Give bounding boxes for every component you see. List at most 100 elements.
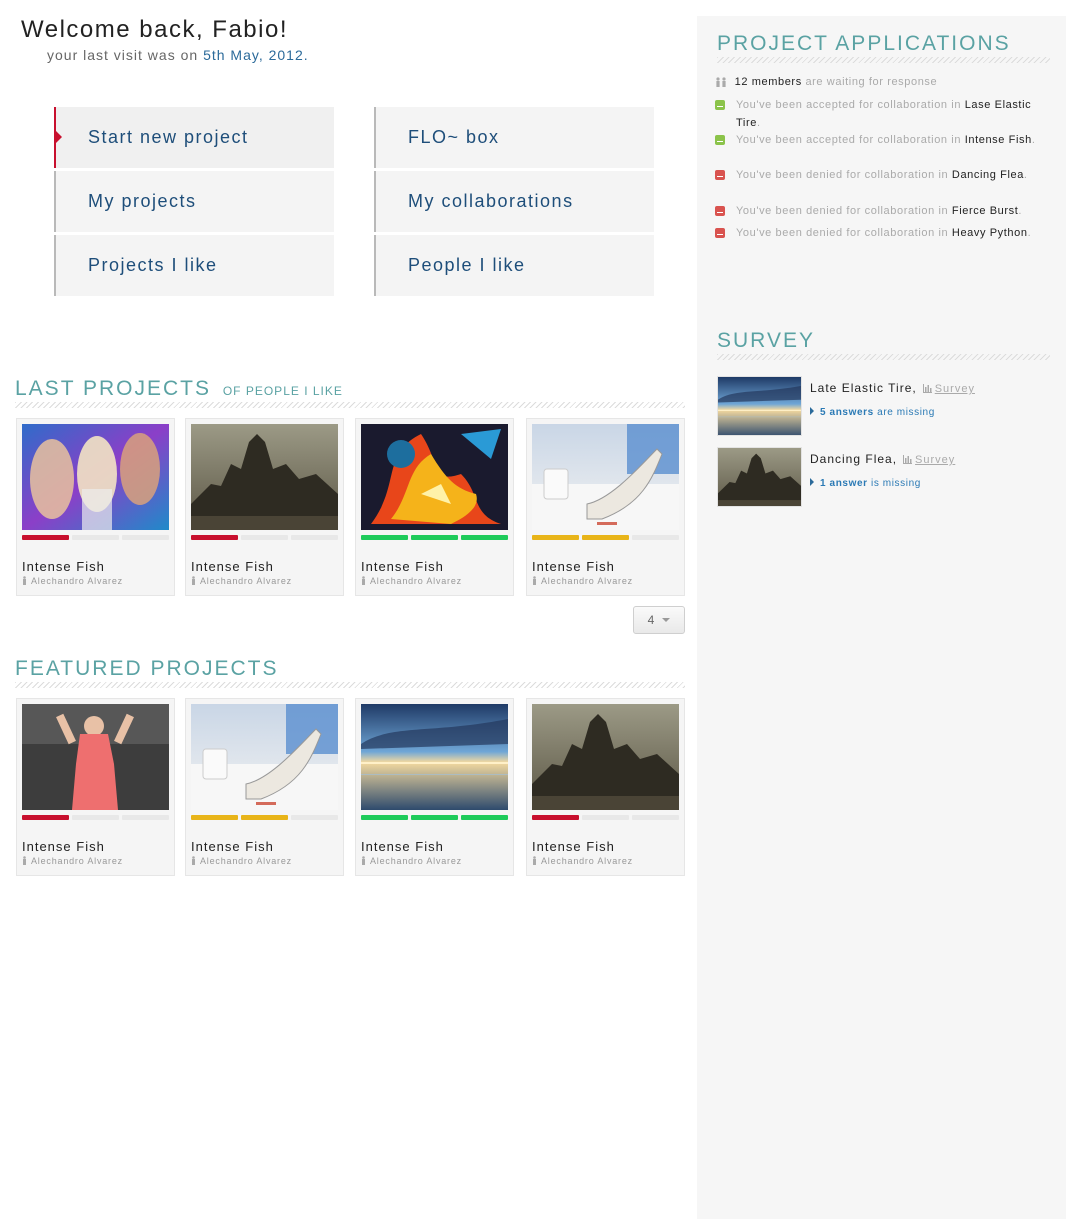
- project-thumbnail[interactable]: [361, 704, 508, 810]
- project-card[interactable]: Intense Fish Alechandro Alvarez: [185, 418, 344, 596]
- nav-people-i-like[interactable]: People I like: [374, 235, 654, 296]
- rating-bar: [411, 815, 458, 820]
- rating-bar: [22, 815, 69, 820]
- project-name[interactable]: Intense Fish: [532, 839, 615, 854]
- application-project[interactable]: Intense Fish: [965, 134, 1032, 146]
- page-select[interactable]: 4: [633, 606, 685, 634]
- project-rating: [191, 815, 338, 821]
- nav-my-collaborations[interactable]: My collaborations: [374, 171, 654, 232]
- project-card[interactable]: Intense Fish Alechandro Alvarez: [16, 698, 175, 876]
- accepted-icon: [715, 135, 725, 145]
- survey-link[interactable]: Survey: [922, 383, 975, 395]
- project-name[interactable]: Intense Fish: [22, 559, 105, 574]
- rating-bar: [411, 535, 458, 540]
- project-author[interactable]: Alechandro Alvarez: [361, 856, 462, 866]
- survey-link-label: Survey: [934, 383, 975, 395]
- project-name[interactable]: Intense Fish: [532, 559, 615, 574]
- rating-bar: [632, 815, 679, 820]
- project-name[interactable]: Intense Fish: [361, 839, 444, 854]
- application-item: You've been denied for collaboration in …: [715, 166, 1045, 184]
- rating-bar: [532, 815, 579, 820]
- project-author[interactable]: Alechandro Alvarez: [532, 856, 633, 866]
- person-icon: [192, 576, 195, 585]
- application-project[interactable]: Heavy Python: [952, 227, 1028, 239]
- nav-my-projects[interactable]: My projects: [54, 171, 334, 232]
- members-icon: [716, 77, 726, 87]
- project-name[interactable]: Intense Fish: [361, 559, 444, 574]
- last-projects-title: LAST PROJECTS: [15, 377, 211, 400]
- project-card[interactable]: Intense Fish Alechandro Alvarez: [355, 418, 514, 596]
- project-thumbnail[interactable]: [22, 424, 169, 530]
- page-select-value: 4: [647, 613, 655, 627]
- survey-title: SURVEY: [717, 329, 815, 352]
- survey-link[interactable]: Survey: [903, 454, 955, 466]
- person-icon: [362, 576, 365, 585]
- project-thumbnail[interactable]: [191, 704, 338, 810]
- project-card[interactable]: Intense Fish Alechandro Alvarez: [355, 698, 514, 876]
- project-card[interactable]: Intense Fish Alechandro Alvarez: [16, 418, 175, 596]
- application-text: You've been accepted for collaboration i…: [736, 134, 962, 146]
- person-icon: [23, 576, 26, 585]
- rating-bar: [22, 535, 69, 540]
- rating-bar: [461, 815, 508, 820]
- application-project[interactable]: Fierce Burst: [952, 205, 1019, 217]
- project-author[interactable]: Alechandro Alvarez: [191, 856, 292, 866]
- project-rating: [532, 815, 679, 821]
- project-thumbnail[interactable]: [532, 424, 679, 530]
- denied-icon: [715, 170, 725, 180]
- bar-chart-icon: [903, 455, 913, 464]
- project-author[interactable]: Alechandro Alvarez: [22, 576, 123, 586]
- nav-start-new-project[interactable]: Start new project: [54, 107, 334, 168]
- project-author[interactable]: Alechandro Alvarez: [532, 576, 633, 586]
- accepted-icon: [715, 100, 725, 110]
- rating-bar: [191, 535, 238, 540]
- survey-title-row: Dancing Flea, Survey: [810, 452, 955, 466]
- survey-missing[interactable]: 5 answers are missing: [810, 407, 935, 418]
- project-author[interactable]: Alechandro Alvarez: [191, 576, 292, 586]
- project-rating: [532, 535, 679, 541]
- project-author-name: Alechandro Alvarez: [31, 856, 123, 866]
- rating-bar: [122, 815, 169, 820]
- rating-bar: [241, 535, 288, 540]
- survey-missing[interactable]: 1 answer is missing: [810, 478, 921, 489]
- project-author[interactable]: Alechandro Alvarez: [22, 856, 123, 866]
- nav-projects-i-like[interactable]: Projects I like: [54, 235, 334, 296]
- project-card[interactable]: Intense Fish Alechandro Alvarez: [526, 418, 685, 596]
- project-rating: [361, 815, 508, 821]
- project-rating: [191, 535, 338, 541]
- application-text: You've been accepted for collaboration i…: [736, 99, 962, 111]
- application-project[interactable]: Dancing Flea: [952, 169, 1024, 181]
- project-thumbnail[interactable]: [532, 704, 679, 810]
- nav-flo-box[interactable]: FLO~ box: [374, 107, 654, 168]
- project-name[interactable]: Intense Fish: [191, 839, 274, 854]
- project-rating: [22, 815, 169, 821]
- section-divider: [717, 57, 1050, 63]
- section-divider: [15, 682, 685, 688]
- rating-bar: [291, 535, 338, 540]
- section-divider: [717, 354, 1050, 360]
- project-thumbnail[interactable]: [22, 704, 169, 810]
- project-name[interactable]: Intense Fish: [22, 839, 105, 854]
- application-text: You've been denied for collaboration in: [736, 169, 949, 181]
- project-name[interactable]: Intense Fish: [191, 559, 274, 574]
- survey-thumbnail[interactable]: [717, 376, 802, 436]
- rating-bar: [532, 535, 579, 540]
- survey-missing-count: 5 answers: [820, 407, 874, 418]
- project-thumbnail[interactable]: [361, 424, 508, 530]
- project-author-name: Alechandro Alvarez: [541, 856, 633, 866]
- project-author[interactable]: Alechandro Alvarez: [361, 576, 462, 586]
- project-card[interactable]: Intense Fish Alechandro Alvarez: [185, 698, 344, 876]
- featured-projects-title: FEATURED PROJECTS: [15, 657, 279, 680]
- rating-bar: [241, 815, 288, 820]
- section-divider: [15, 402, 685, 408]
- last-visit-prefix: your last visit was on: [47, 47, 199, 63]
- project-card[interactable]: Intense Fish Alechandro Alvarez: [526, 698, 685, 876]
- application-text: You've been denied for collaboration in: [736, 205, 949, 217]
- survey-title-row: Late Elastic Tire, Survey: [810, 381, 975, 395]
- survey-project: Dancing Flea,: [810, 452, 898, 466]
- application-item: You've been accepted for collaboration i…: [715, 96, 1045, 132]
- rating-bar: [72, 815, 119, 820]
- survey-thumbnail[interactable]: [717, 447, 802, 507]
- project-author-name: Alechandro Alvarez: [370, 856, 462, 866]
- project-thumbnail[interactable]: [191, 424, 338, 530]
